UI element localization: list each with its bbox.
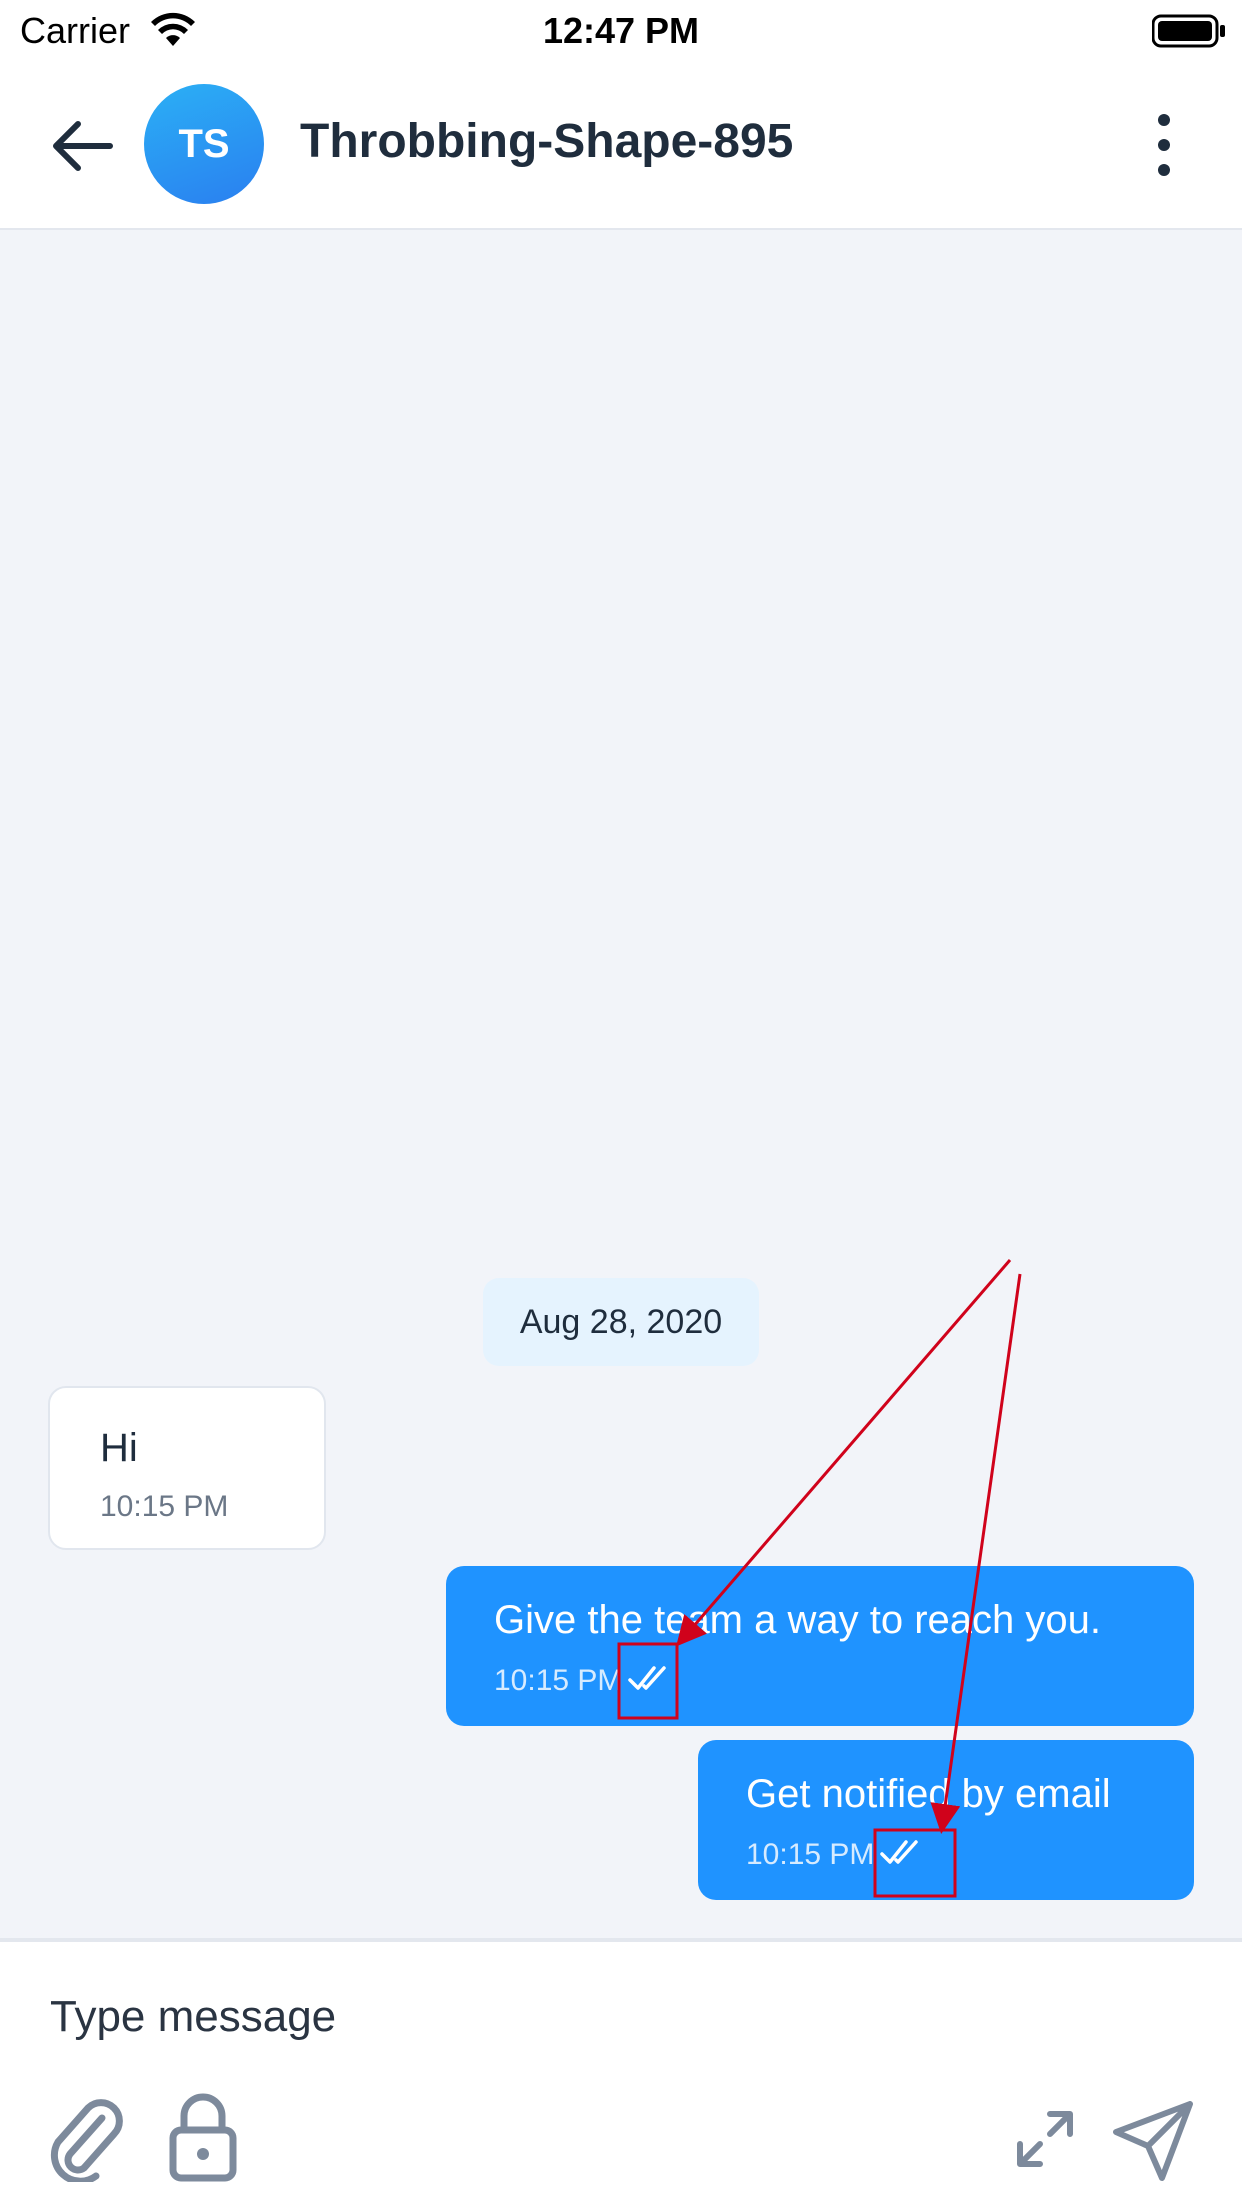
double-check-icon: [880, 1840, 918, 1864]
message-time: 10:15 PM: [746, 1838, 875, 1871]
message-text: Hi: [100, 1426, 138, 1470]
back-arrow-icon[interactable]: [46, 116, 126, 176]
avatar-initials: TS: [178, 121, 230, 166]
more-vertical-icon[interactable]: [1148, 112, 1180, 178]
battery-icon: [1152, 14, 1225, 48]
send-icon[interactable]: [1110, 2098, 1196, 2182]
lock-icon[interactable]: [168, 2092, 238, 2182]
status-time: 12:47 PM: [542, 10, 700, 51]
contact-name[interactable]: Throbbing-Shape-895: [300, 114, 793, 169]
date-separator-label: Aug 28, 2020: [519, 1302, 723, 1341]
message-composer: [0, 1938, 1242, 2212]
incoming-message-bubble[interactable]: Hi 10:15 PM: [48, 1386, 326, 1550]
message-time: 10:15 PM: [100, 1490, 229, 1523]
chat-header: TS Throbbing-Shape-895: [0, 62, 1242, 230]
paperclip-icon[interactable]: [44, 2096, 124, 2182]
message-input[interactable]: [50, 1982, 1150, 2052]
message-time: 10:15 PM: [494, 1664, 623, 1697]
double-check-icon: [628, 1666, 666, 1690]
outgoing-message-bubble[interactable]: Get notified by email 10:15 PM: [698, 1740, 1194, 1900]
message-text: Get notified by email: [746, 1772, 1111, 1816]
status-bar: Carrier 12:47 PM: [0, 0, 1242, 62]
contact-avatar[interactable]: TS: [144, 84, 264, 204]
message-text: Give the team a way to reach you.: [494, 1598, 1101, 1642]
expand-icon[interactable]: [1016, 2110, 1074, 2168]
date-separator: Aug 28, 2020: [483, 1278, 759, 1366]
outgoing-message-bubble[interactable]: Give the team a way to reach you. 10:15 …: [446, 1566, 1194, 1726]
